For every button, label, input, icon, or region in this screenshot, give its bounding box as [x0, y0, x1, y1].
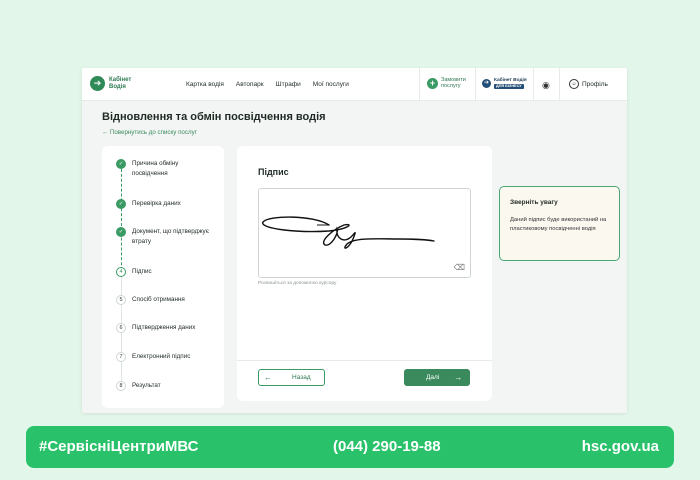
footer-hashtag: #СервісніЦентриМВС: [39, 438, 199, 455]
nav-fines[interactable]: Штрафи: [276, 81, 301, 88]
back-button[interactable]: ← Назад: [258, 369, 325, 386]
app-window: ➔ Кабінет Водія Картка водія Автопарк Шт…: [82, 68, 627, 413]
check-icon: ✓: [116, 227, 126, 237]
back-to-services-link[interactable]: ← Повернутись до списку послуг: [102, 129, 197, 136]
progress-line: [121, 169, 122, 275]
plus-icon: +: [427, 77, 438, 89]
step-label: Результат: [132, 382, 161, 389]
logo-arrow-icon: ➔: [90, 76, 105, 91]
profile-icon: ☺: [569, 79, 579, 89]
top-navigation-bar: ➔ Кабінет Водія Картка водія Автопарк Шт…: [82, 68, 627, 101]
business-title: Кабінет Водія: [494, 78, 527, 83]
step-number: 4: [116, 267, 126, 277]
arrow-right-icon: →: [454, 373, 463, 382]
step-8: 8 Результат: [116, 381, 212, 391]
divider: [533, 68, 534, 100]
step-label: Підпис: [132, 268, 152, 275]
step-4: 4 Підпис: [116, 267, 212, 277]
next-button[interactable]: Далі →: [404, 369, 470, 386]
arrow-left-icon: ←: [264, 373, 272, 382]
step-1: ✓ Причина обміну посвідчення: [116, 159, 212, 179]
step-label: Перевірка даних: [132, 200, 181, 207]
nav-my-services[interactable]: Мої послуги: [313, 81, 349, 88]
back-button-label: Назад: [292, 374, 311, 381]
signature-canvas[interactable]: ⌫: [258, 188, 471, 278]
business-logo-icon: ➔: [482, 79, 491, 88]
divider: [419, 68, 420, 100]
footer-banner: #СервісніЦентриМВС (044) 290-19-88 hsc.g…: [26, 426, 674, 468]
signature-hint: Розпишіться за допомогою курсору: [258, 281, 337, 286]
step-6: 6 Підтвердження даних: [116, 323, 212, 333]
check-icon: ✓: [116, 199, 126, 209]
step-label: Документ, що підтверджує втрату: [132, 228, 209, 245]
signature-card: Підпис ⌫ Розпишіться за допомогою курсор…: [237, 146, 492, 401]
step-label: Електронний підпис: [132, 353, 191, 360]
eye-icon[interactable]: ◉: [542, 80, 550, 91]
business-cabinet-link[interactable]: ➔ Кабінет Водія ДЛЯ БІЗНЕСУ: [482, 78, 527, 89]
business-badge: ДЛЯ БІЗНЕСУ: [494, 83, 524, 89]
main-nav: Картка водія Автопарк Штрафи Мої послуги: [186, 81, 349, 88]
divider: [559, 68, 560, 100]
divider: [475, 68, 476, 100]
step-label: Спосіб отримання: [132, 296, 185, 303]
step-2: ✓ Перевірка даних: [116, 199, 212, 209]
step-label: Підтвердження даних: [132, 324, 196, 331]
step-number: 8: [116, 381, 126, 391]
notice-title: Зверніть увагу: [510, 199, 558, 206]
profile-button[interactable]: ☺ Профіль: [569, 79, 608, 89]
signature-drawing: [262, 216, 435, 249]
order-service-label: Замовити послугу: [441, 77, 466, 89]
page-title: Відновлення та обмін посвідчення водія: [102, 111, 326, 123]
step-7: 7 Електронний підпис: [116, 352, 212, 362]
footer-phone: (044) 290-19-88: [333, 438, 441, 455]
step-number: 5: [116, 295, 126, 305]
steps-panel: ✓ Причина обміну посвідчення ✓ Перевірка…: [102, 146, 224, 408]
nav-fleet[interactable]: Автопарк: [236, 81, 264, 88]
nav-driver-card[interactable]: Картка водія: [186, 81, 224, 88]
step-3: ✓ Документ, що підтверджує втрату: [116, 227, 212, 247]
notice-box: Зверніть увагу Даний підпис буде викорис…: [499, 186, 620, 261]
logo[interactable]: ➔ Кабінет Водія: [90, 76, 139, 91]
eraser-icon[interactable]: ⌫: [454, 263, 465, 272]
order-service-button[interactable]: + Замовити послугу: [427, 77, 469, 89]
card-footer: ← Назад Далі →: [237, 360, 492, 402]
step-5: 5 Спосіб отримання: [116, 295, 212, 305]
business-label: Кабінет Водія ДЛЯ БІЗНЕСУ: [494, 78, 527, 89]
notice-text: Даний підпис буде використаний на пласти…: [510, 217, 607, 232]
logo-text: Кабінет Водія: [109, 76, 132, 90]
step-label: Причина обміну посвідчення: [132, 160, 179, 177]
step-number: 6: [116, 323, 126, 333]
footer-site: hsc.gov.ua: [581, 438, 659, 455]
check-icon: ✓: [116, 159, 126, 169]
signature-title: Підпис: [258, 167, 289, 177]
next-button-label: Далі: [426, 374, 440, 381]
step-number: 7: [116, 352, 126, 362]
profile-label: Профіль: [582, 80, 608, 88]
